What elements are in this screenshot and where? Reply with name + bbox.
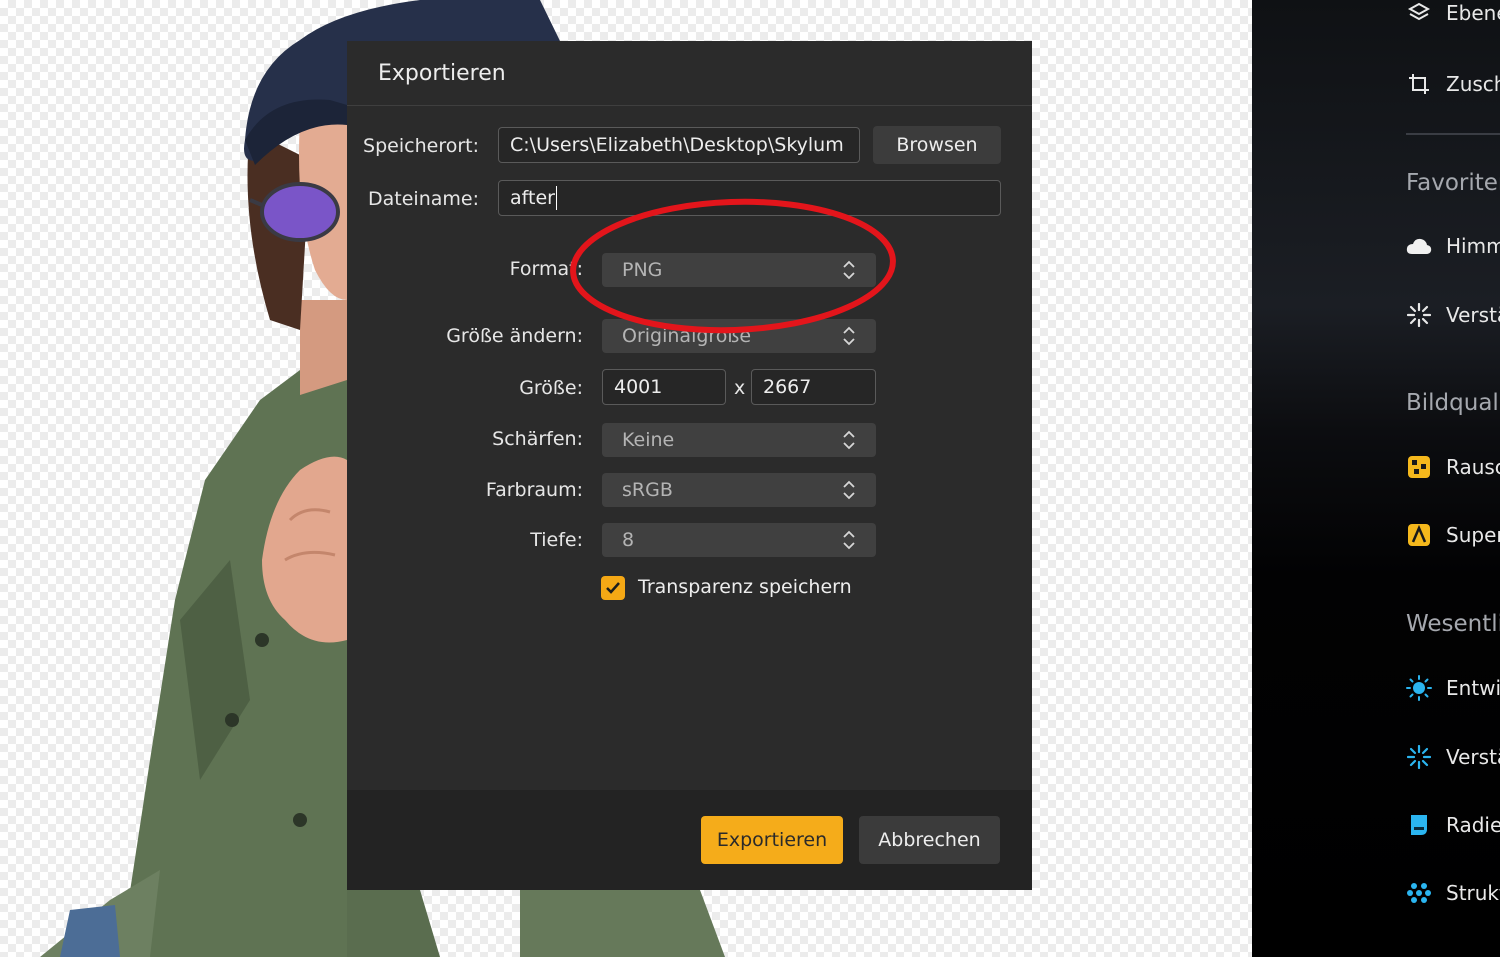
sidebar-item-label: Strukt <box>1446 881 1500 905</box>
resize-value: Originalgröße <box>622 325 752 347</box>
format-value: PNG <box>622 259 663 281</box>
sidebar-divider <box>1406 133 1500 135</box>
sharpen-select[interactable]: Keine <box>602 423 876 457</box>
transparency-checkbox[interactable] <box>601 576 625 600</box>
filename-value: after <box>510 187 555 209</box>
sidebar-item-label: Ebene <box>1446 1 1500 25</box>
structure-icon <box>1406 880 1432 906</box>
width-value: 4001 <box>614 376 663 398</box>
chevron-updown-icon <box>843 430 855 450</box>
colorspace-label: Farbraum: <box>485 479 583 501</box>
size-label: Größe: <box>519 377 583 399</box>
sidebar-item-sky[interactable]: Himm <box>1406 226 1500 266</box>
sidebar-item-label: Verstä <box>1446 745 1500 769</box>
sidebar-item-enhance-2[interactable]: Verstä <box>1406 737 1500 777</box>
height-value: 2667 <box>763 376 812 398</box>
chevron-updown-icon <box>843 480 855 500</box>
export-dialog: Exportieren Speicherort: C:\Users\Elizab… <box>347 41 1032 890</box>
location-label: Speicherort: <box>363 135 479 157</box>
sidebar-item-layers[interactable]: Ebene <box>1406 0 1500 33</box>
depth-select[interactable]: 8 <box>602 523 876 557</box>
sidebar-item-label: Verstä <box>1446 303 1500 327</box>
sidebar-item-eraser[interactable]: Radie <box>1406 805 1500 845</box>
resize-select[interactable]: Originalgröße <box>602 319 876 353</box>
sidebar-item-label: Zusch <box>1446 72 1500 96</box>
text-cursor <box>555 186 557 210</box>
super-icon <box>1406 522 1432 548</box>
sidebar-item-label: Super <box>1446 523 1500 547</box>
format-label: Format: <box>509 258 583 280</box>
sharpen-label: Schärfen: <box>492 428 583 450</box>
sidebar-item-label: Entwi <box>1446 676 1500 700</box>
sidebar-item-develop[interactable]: Entwi <box>1406 668 1500 708</box>
sidebar-item-label: Rausc <box>1446 455 1500 479</box>
checkmark-icon <box>606 582 620 594</box>
cancel-button[interactable]: Abbrechen <box>859 816 1000 864</box>
layers-icon <box>1406 0 1432 26</box>
section-essentials: Wesentli <box>1406 611 1500 637</box>
colorspace-value: sRGB <box>622 479 673 501</box>
cloud-icon <box>1406 233 1432 259</box>
sidebar-item-label: Himm <box>1446 234 1500 258</box>
tools-sidebar: Ebene Zusch Favoriten Himm Verstä Bildqu… <box>1252 0 1500 957</box>
sidebar-item-crop[interactable]: Zusch <box>1406 64 1500 104</box>
format-select[interactable]: PNG <box>602 253 876 287</box>
depth-value: 8 <box>622 529 635 551</box>
title-divider <box>347 105 1032 106</box>
sidebar-item-super[interactable]: Super <box>1406 515 1500 555</box>
sparkle-icon <box>1406 302 1432 328</box>
colorspace-select[interactable]: sRGB <box>602 473 876 507</box>
filename-input[interactable]: after <box>498 180 1001 216</box>
crop-icon <box>1406 71 1432 97</box>
chevron-updown-icon <box>843 530 855 550</box>
size-separator: x <box>734 377 746 399</box>
height-input[interactable]: 2667 <box>751 369 876 405</box>
browse-button[interactable]: Browsen <box>873 126 1001 164</box>
noise-icon <box>1406 454 1432 480</box>
location-field[interactable]: C:\Users\Elizabeth\Desktop\Skylum <box>498 127 860 163</box>
eraser-icon <box>1406 812 1432 838</box>
depth-label: Tiefe: <box>530 529 583 551</box>
sidebar-item-label: Radie <box>1446 813 1500 837</box>
sharpen-value: Keine <box>622 429 675 451</box>
sidebar-item-enhance[interactable]: Verstä <box>1406 295 1500 335</box>
dialog-title: Exportieren <box>378 61 506 86</box>
sun-icon <box>1406 675 1432 701</box>
sidebar-item-noise[interactable]: Rausc <box>1406 447 1500 487</box>
chevron-updown-icon <box>843 260 855 280</box>
transparency-label[interactable]: Transparenz speichern <box>638 576 852 598</box>
sidebar-item-structure[interactable]: Strukt <box>1406 873 1500 913</box>
resize-label: Größe ändern: <box>446 325 583 347</box>
sparkle-icon <box>1406 744 1432 770</box>
width-input[interactable]: 4001 <box>602 369 726 405</box>
location-value: C:\Users\Elizabeth\Desktop\Skylum <box>510 134 844 156</box>
section-image-quality: Bildquali <box>1406 390 1500 416</box>
section-favorites: Favoriten <box>1406 170 1500 196</box>
chevron-updown-icon <box>843 326 855 346</box>
filename-label: Dateiname: <box>368 188 479 210</box>
export-button[interactable]: Exportieren <box>701 816 843 864</box>
